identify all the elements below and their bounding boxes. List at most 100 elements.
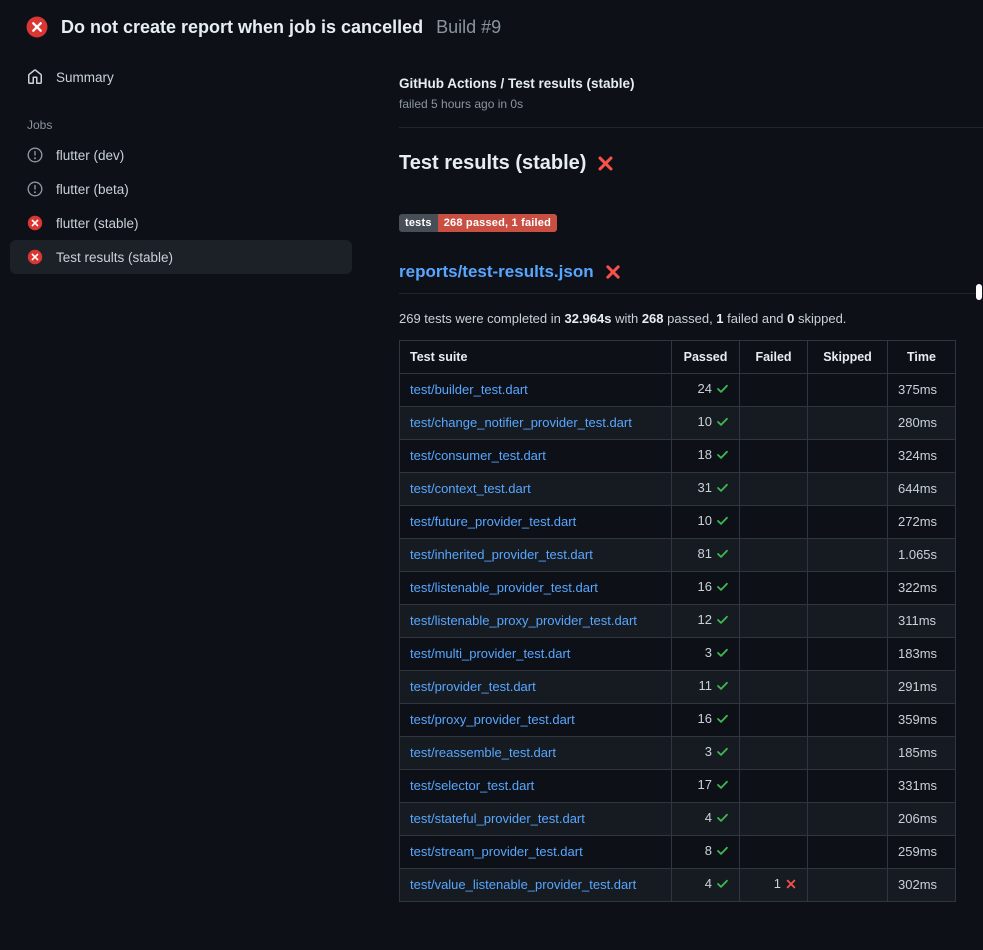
summary-line: 269 tests were completed in 32.964s with… xyxy=(399,311,983,326)
skipped-cell xyxy=(808,604,888,637)
time-cell: 291ms xyxy=(888,670,956,703)
failed-cell xyxy=(740,802,808,835)
check-icon xyxy=(716,844,729,860)
time-cell: 1.065s xyxy=(888,538,956,571)
home-icon xyxy=(27,69,43,85)
sidebar-item-test-results-stable[interactable]: Test results (stable) xyxy=(10,240,352,274)
table-row: test/listenable_provider_test.dart 16 32… xyxy=(400,571,956,604)
passed-cell: 4 xyxy=(672,802,740,835)
passed-cell: 16 xyxy=(672,571,740,604)
skipped-cell xyxy=(808,637,888,670)
run-header: Do not create report when job is cancell… xyxy=(0,0,983,50)
time-cell: 259ms xyxy=(888,835,956,868)
suite-link[interactable]: test/context_test.dart xyxy=(410,481,531,496)
sidebar-item-flutter-dev[interactable]: flutter (dev) xyxy=(10,138,352,172)
passed-cell: 3 xyxy=(672,637,740,670)
badge-value: 268 passed, 1 failed xyxy=(438,214,557,232)
table-row: test/value_listenable_provider_test.dart… xyxy=(400,868,956,901)
skipped-cell xyxy=(808,703,888,736)
suite-link[interactable]: test/listenable_proxy_provider_test.dart xyxy=(410,613,637,628)
suite-link[interactable]: test/future_provider_test.dart xyxy=(410,514,576,529)
check-icon xyxy=(716,679,729,695)
failed-cell xyxy=(740,472,808,505)
divider xyxy=(399,127,983,128)
time-cell: 280ms xyxy=(888,406,956,439)
sidebar-job-label: flutter (beta) xyxy=(56,182,129,197)
failed-cell xyxy=(740,604,808,637)
table-row: test/inherited_provider_test.dart 81 1.0… xyxy=(400,538,956,571)
suite-link[interactable]: test/stateful_provider_test.dart xyxy=(410,811,585,826)
suite-link[interactable]: test/proxy_provider_test.dart xyxy=(410,712,575,727)
table-row: test/future_provider_test.dart 10 272ms xyxy=(400,505,956,538)
sidebar: Summary Jobs flutter (dev) xyxy=(0,50,383,274)
sidebar-item-summary[interactable]: Summary xyxy=(10,60,352,94)
time-cell: 322ms xyxy=(888,571,956,604)
failed-cell xyxy=(740,571,808,604)
check-icon xyxy=(716,415,729,431)
skipped-cell xyxy=(808,505,888,538)
failed-cell xyxy=(740,835,808,868)
failed-cell xyxy=(740,703,808,736)
suite-link[interactable]: test/inherited_provider_test.dart xyxy=(410,547,593,562)
suite-link[interactable]: test/reassemble_test.dart xyxy=(410,745,556,760)
suite-link[interactable]: test/consumer_test.dart xyxy=(410,448,546,463)
passed-cell: 3 xyxy=(672,736,740,769)
passed-cell: 24 xyxy=(672,373,740,406)
table-row: test/proxy_provider_test.dart 16 359ms xyxy=(400,703,956,736)
section-title: Test results (stable) xyxy=(399,152,983,175)
failed-cell xyxy=(740,637,808,670)
passed-cell: 8 xyxy=(672,835,740,868)
check-icon xyxy=(716,448,729,464)
suite-link[interactable]: test/selector_test.dart xyxy=(410,778,534,793)
x-icon xyxy=(596,154,615,173)
suite-link[interactable]: test/value_listenable_provider_test.dart xyxy=(410,877,636,892)
status-warning-icon xyxy=(27,181,43,197)
passed-cell: 31 xyxy=(672,472,740,505)
sidebar-item-flutter-stable[interactable]: flutter (stable) xyxy=(10,206,352,240)
time-cell: 185ms xyxy=(888,736,956,769)
run-title: Do not create report when job is cancell… xyxy=(61,17,423,38)
suite-link[interactable]: test/change_notifier_provider_test.dart xyxy=(410,415,632,430)
scrollbar-thumb[interactable] xyxy=(976,284,982,300)
table-header-row: Test suitePassedFailedSkippedTime xyxy=(400,340,956,373)
failed-cell xyxy=(740,736,808,769)
badge-label: tests xyxy=(399,214,438,232)
skipped-cell xyxy=(808,538,888,571)
suite-link[interactable]: test/provider_test.dart xyxy=(410,679,536,694)
results-table: Test suitePassedFailedSkippedTime test/b… xyxy=(399,340,956,902)
table-row: test/stream_provider_test.dart 8 259ms xyxy=(400,835,956,868)
skipped-cell xyxy=(808,868,888,901)
jobs-heading: Jobs xyxy=(10,110,383,138)
check-icon xyxy=(716,382,729,398)
col-header-test-suite: Test suite xyxy=(400,340,672,373)
summary-passed: 268 xyxy=(642,311,664,326)
time-cell: 206ms xyxy=(888,802,956,835)
report-link[interactable]: reports/test-results.json xyxy=(399,262,594,282)
sidebar-item-flutter-beta[interactable]: flutter (beta) xyxy=(10,172,352,206)
passed-cell: 18 xyxy=(672,439,740,472)
check-icon xyxy=(716,712,729,728)
suite-link[interactable]: test/stream_provider_test.dart xyxy=(410,844,583,859)
failed-cell xyxy=(740,439,808,472)
failed-cell xyxy=(740,769,808,802)
table-row: test/stateful_provider_test.dart 4 206ms xyxy=(400,802,956,835)
check-icon xyxy=(716,646,729,662)
report-title: reports/test-results.json xyxy=(399,262,983,294)
skipped-cell xyxy=(808,373,888,406)
time-cell: 311ms xyxy=(888,604,956,637)
check-icon xyxy=(716,613,729,629)
suite-link[interactable]: test/builder_test.dart xyxy=(410,382,528,397)
failed-cell xyxy=(740,505,808,538)
tests-badge: tests 268 passed, 1 failed xyxy=(399,214,557,232)
build-number: Build #9 xyxy=(436,17,501,38)
col-header-skipped: Skipped xyxy=(808,340,888,373)
x-circle-icon xyxy=(26,16,48,38)
skipped-cell xyxy=(808,835,888,868)
col-header-failed: Failed xyxy=(740,340,808,373)
passed-cell: 12 xyxy=(672,604,740,637)
failed-cell xyxy=(740,670,808,703)
summary-text: 269 tests were completed in xyxy=(399,311,564,326)
suite-link[interactable]: test/listenable_provider_test.dart xyxy=(410,580,598,595)
suite-link[interactable]: test/multi_provider_test.dart xyxy=(410,646,570,661)
check-icon xyxy=(716,481,729,497)
